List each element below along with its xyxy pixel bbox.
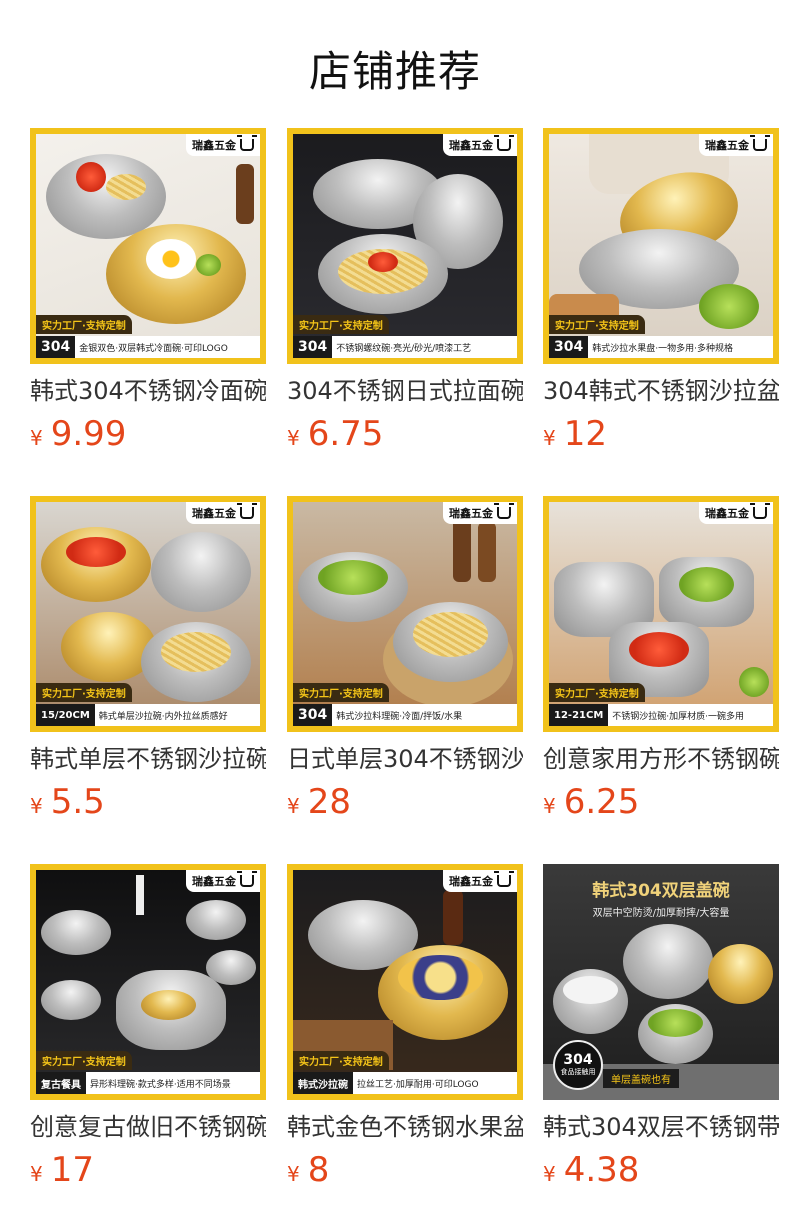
product-name[interactable]: 304不锈钢日式拉面碗 <box>287 376 523 406</box>
product-price: ¥9.99 <box>30 414 127 454</box>
product-image[interactable]: 瑞鑫五金 实力工厂·支持定制 304 韩式沙拉料理碗·冷面/拌饭/水果 <box>287 496 523 732</box>
ox-logo-icon <box>237 135 257 151</box>
ox-logo-icon <box>750 135 770 151</box>
feature-bar: 304 韩式沙拉水果盘·一物多用·多种规格 <box>549 336 773 358</box>
product-price: ¥8 <box>287 1150 330 1190</box>
feature-bar: 韩式沙拉碗 拉丝工艺·加厚耐用·可印LOGO <box>293 1072 517 1094</box>
product-price: ¥5.5 <box>30 782 105 822</box>
ox-logo-icon <box>494 135 514 151</box>
ox-logo-icon <box>237 871 257 887</box>
promo-label: 实力工厂·支持定制 <box>36 1051 132 1070</box>
ox-logo-icon <box>494 503 514 519</box>
product-card[interactable]: 瑞鑫五金 实力工厂·支持定制 韩式沙拉碗 拉丝工艺·加厚耐用·可印LOGO 韩式金… <box>287 864 523 1194</box>
promo-label: 实力工厂·支持定制 <box>293 1051 389 1070</box>
product-image[interactable]: 瑞鑫五金 实力工厂·支持定制 304 韩式沙拉水果盘·一物多用·多种规格 <box>543 128 779 364</box>
product-image[interactable]: 瑞鑫五金 实力工厂·支持定制 304 金银双色·双层韩式冷面碗·可印LOGO <box>30 128 266 364</box>
product-card[interactable]: 韩式304双层盖碗 双层中空防烫/加厚耐摔/大容量 304 食品接触用 单层盖碗… <box>543 864 779 1194</box>
product-name[interactable]: 韩式单层不锈钢沙拉碗 <box>30 744 266 774</box>
feature-bar: 复古餐具 异形料理碗·款式多样·适用不同场景 <box>36 1072 260 1094</box>
feature-bar: 304 不锈钢螺纹碗·亮光/砂光/喷漆工艺 <box>293 336 517 358</box>
promo-label: 实力工厂·支持定制 <box>293 683 389 702</box>
product-card[interactable]: 瑞鑫五金 实力工厂·支持定制 304 金银双色·双层韩式冷面碗·可印LOGO 韩式… <box>30 128 266 458</box>
banner-subtitle: 双层中空防烫/加厚耐摔/大容量 <box>592 908 730 919</box>
product-card[interactable]: 瑞鑫五金 实力工厂·支持定制 12-21CM 不锈钢沙拉碗·加厚材质·一碗多用 创… <box>543 496 779 826</box>
promo-label: 实力工厂·支持定制 <box>549 683 645 702</box>
brand-badge: 瑞鑫五金 <box>699 134 773 156</box>
product-name[interactable]: 创意复古做旧不锈钢碗 <box>30 1112 266 1142</box>
product-price: ¥12 <box>543 414 607 454</box>
product-image[interactable]: 瑞鑫五金 实力工厂·支持定制 12-21CM 不锈钢沙拉碗·加厚材质·一碗多用 <box>543 496 779 732</box>
brand-badge: 瑞鑫五金 <box>186 134 260 156</box>
page-title: 店铺推荐 <box>308 47 481 96</box>
brand-badge: 瑞鑫五金 <box>186 870 260 892</box>
product-name[interactable]: 韩式304不锈钢冷面碗 <box>30 376 266 406</box>
product-price: ¥4.38 <box>543 1150 640 1190</box>
ox-logo-icon <box>237 503 257 519</box>
ox-logo-icon <box>750 503 770 519</box>
brand-badge: 瑞鑫五金 <box>186 502 260 524</box>
product-price: ¥6.75 <box>287 414 384 454</box>
product-price: ¥28 <box>287 782 351 822</box>
promo-label: 实力工厂·支持定制 <box>293 315 389 334</box>
brand-badge: 瑞鑫五金 <box>443 502 517 524</box>
product-name[interactable]: 韩式304双层不锈钢带盖碗 <box>543 1112 779 1142</box>
product-name[interactable]: 韩式金色不锈钢水果盆 <box>287 1112 523 1142</box>
product-card[interactable]: 瑞鑫五金 实力工厂·支持定制 复古餐具 异形料理碗·款式多样·适用不同场景 创意复… <box>30 864 266 1194</box>
product-name[interactable]: 日式单层304不锈钢沙拉碗 <box>287 744 523 774</box>
product-image[interactable]: 瑞鑫五金 实力工厂·支持定制 韩式沙拉碗 拉丝工艺·加厚耐用·可印LOGO <box>287 864 523 1100</box>
brand-badge: 瑞鑫五金 <box>699 502 773 524</box>
product-image[interactable]: 瑞鑫五金 实力工厂·支持定制 15/20CM 韩式单层沙拉碗·内外拉丝质感好 <box>30 496 266 732</box>
brand-badge: 瑞鑫五金 <box>443 870 517 892</box>
product-card[interactable]: 瑞鑫五金 实力工厂·支持定制 304 不锈钢螺纹碗·亮光/砂光/喷漆工艺 304不… <box>287 128 523 458</box>
product-price: ¥17 <box>30 1150 94 1190</box>
feature-bar: 304 金银双色·双层韩式冷面碗·可印LOGO <box>36 336 260 358</box>
product-card[interactable]: 瑞鑫五金 实力工厂·支持定制 15/20CM 韩式单层沙拉碗·内外拉丝质感好 韩式… <box>30 496 266 826</box>
feature-bar: 15/20CM 韩式单层沙拉碗·内外拉丝质感好 <box>36 704 260 726</box>
banner-title: 韩式304双层盖碗 <box>592 881 730 901</box>
product-image[interactable]: 瑞鑫五金 实力工厂·支持定制 304 不锈钢螺纹碗·亮光/砂光/喷漆工艺 <box>287 128 523 364</box>
product-image[interactable]: 瑞鑫五金 实力工厂·支持定制 复古餐具 异形料理碗·款式多样·适用不同场景 <box>30 864 266 1100</box>
promo-label: 实力工厂·支持定制 <box>549 315 645 334</box>
promo-label: 实力工厂·支持定制 <box>36 315 132 334</box>
banner-note: 单层盖碗也有 <box>603 1069 679 1088</box>
feature-bar: 12-21CM 不锈钢沙拉碗·加厚材质·一碗多用 <box>549 704 773 726</box>
product-image[interactable]: 韩式304双层盖碗 双层中空防烫/加厚耐摔/大容量 304 食品接触用 单层盖碗… <box>543 864 779 1100</box>
brand-badge: 瑞鑫五金 <box>443 134 517 156</box>
product-price: ¥6.25 <box>543 782 640 822</box>
product-name[interactable]: 创意家用方形不锈钢碗 <box>543 744 779 774</box>
product-card[interactable]: 瑞鑫五金 实力工厂·支持定制 304 韩式沙拉水果盘·一物多用·多种规格 304韩… <box>543 128 779 458</box>
product-name[interactable]: 304韩式不锈钢沙拉盆 <box>543 376 779 406</box>
material-badge: 304 食品接触用 <box>553 1040 603 1090</box>
feature-bar: 304 韩式沙拉料理碗·冷面/拌饭/水果 <box>293 704 517 726</box>
ox-logo-icon <box>494 871 514 887</box>
promo-label: 实力工厂·支持定制 <box>36 683 132 702</box>
product-card[interactable]: 瑞鑫五金 实力工厂·支持定制 304 韩式沙拉料理碗·冷面/拌饭/水果 日式单层3… <box>287 496 523 826</box>
